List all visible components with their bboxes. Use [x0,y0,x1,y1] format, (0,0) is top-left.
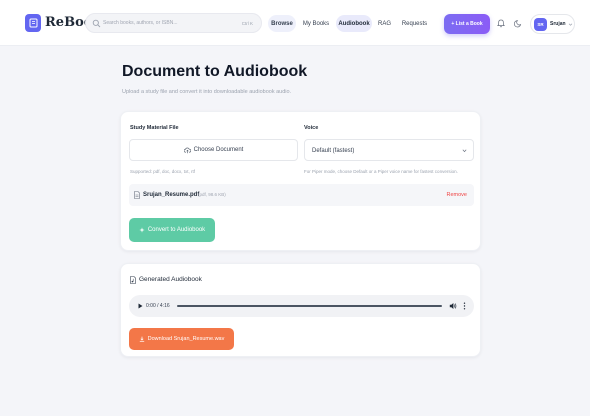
page-subtitle: Upload a study file and convert it into … [122,89,292,95]
convert-button[interactable]: Convert to Audiobook [129,218,215,242]
upload-icon [183,147,191,153]
audio-file-icon [130,276,136,284]
user-name: Srujan [550,21,566,27]
download-label: Download Srujan_Resume.wav [147,336,225,342]
voice-hint: For Piper mode, choose Default or a Pipe… [304,169,458,174]
nav-my-books[interactable]: My Books [301,15,331,32]
top-header: ReBook Ctrl K Browse My Books Audiobook … [0,0,590,46]
download-button[interactable]: Download Srujan_Resume.wav [129,328,234,350]
bell-icon[interactable] [497,19,505,28]
audio-time: 0:00 / 4:16 [146,303,170,309]
more-options-icon[interactable] [463,302,466,310]
selected-file-row: Srujan_Resume.pdf (pdf, 98.6 KB) Remove [129,184,474,206]
search-input[interactable] [103,14,233,32]
selected-file-name: Srujan_Resume.pdf [143,192,200,198]
theme-toggle-icon[interactable] [514,19,523,28]
audio-progress-track[interactable] [177,305,442,307]
voice-label: Voice [304,125,319,131]
search-bar[interactable]: Ctrl K [85,13,262,33]
audio-player: 0:00 / 4:16 [129,295,474,317]
nav-browse[interactable]: Browse [268,15,296,32]
sparkle-icon [139,227,145,233]
logo-icon[interactable] [25,14,41,32]
avatar: SR [534,18,547,31]
download-icon [139,336,144,342]
nav-requests[interactable]: Requests [401,15,428,32]
choose-document-label: Choose Document [193,147,244,153]
convert-label: Convert to Audiobook [147,227,206,233]
selected-file-meta: (pdf, 98.6 KB) [198,192,226,197]
user-menu[interactable]: SR Srujan [530,14,575,34]
generated-audiobook-title: Generated Audiobook [139,276,202,283]
remove-file-button[interactable]: Remove [447,191,467,199]
document-icon [134,191,140,199]
voice-select[interactable]: Default (fastest) [304,139,474,161]
conversion-form-card: Study Material File Voice Choose Documen… [120,111,481,251]
voice-selected-value: Default (fastest) [312,148,355,154]
file-hint: Supported: pdf, doc, docx, txt, rtf [130,169,196,174]
nav-rag[interactable]: RAG [376,15,393,32]
chevron-down-icon [462,149,467,153]
nav-audiobook[interactable]: Audiobook [336,15,372,32]
chevron-down-icon [568,23,573,26]
search-shortcut: Ctrl K [241,21,253,26]
choose-document-button[interactable]: Choose Document [129,139,298,161]
search-icon [92,19,101,28]
play-icon[interactable] [138,303,143,309]
volume-icon[interactable] [449,302,457,310]
list-a-book-button[interactable]: + List a Book [444,14,490,34]
file-label: Study Material File [130,125,179,131]
page-title: Document to Audiobook [122,63,308,80]
generated-audiobook-card: Generated Audiobook 0:00 / 4:16 Download… [120,263,481,357]
